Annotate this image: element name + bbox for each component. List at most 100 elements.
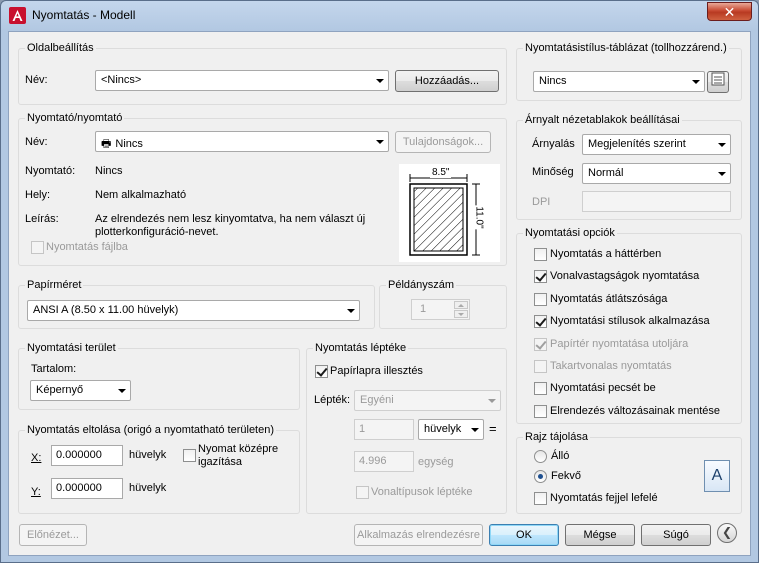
close-button[interactable]: ✕ (707, 2, 752, 21)
scale-value: Egyéni (360, 394, 394, 406)
help-button[interactable]: Súgó (641, 524, 711, 546)
preview-button[interactable]: Előnézet... (19, 524, 87, 546)
quality-label: Minőség (532, 166, 574, 178)
landscape-label: Fekvő (551, 470, 581, 482)
ok-button[interactable]: OK (489, 524, 559, 546)
offset-y-label: Y: (31, 486, 41, 498)
fit-to-paper-label: Papírlapra illesztés (330, 365, 423, 377)
preview-height-label: 11.0" (473, 205, 485, 230)
quality-combo[interactable]: Normál (582, 163, 731, 184)
printer-name-value: 🖶 Nincs (101, 135, 143, 154)
shade-plot-value: Megjelenítés szerint (588, 138, 686, 150)
copies-spinner[interactable]: 1 (411, 299, 470, 320)
copies-group-label: Példányszám (386, 279, 457, 291)
orientation-group-label: Rajz tájolása (523, 431, 590, 443)
page-setup-name-combo[interactable]: <Nincs> (95, 70, 389, 91)
plot-style-table-combo[interactable]: Nincs (533, 71, 705, 92)
upside-down-checkbox[interactable] (534, 492, 547, 505)
printer-properties-button[interactable]: Tulajdonságok... (395, 131, 491, 153)
plot-to-file-checkbox[interactable] (31, 241, 44, 254)
paper-preview-drawing (409, 174, 480, 256)
center-plot-label-2: igazítása (198, 456, 243, 468)
add-page-setup-button[interactable]: Hozzáadás... (395, 70, 499, 92)
plot-option-checkbox[interactable] (534, 405, 547, 418)
spin-up-icon[interactable] (454, 301, 468, 309)
paper-size-value: ANSI A (8.50 x 11.00 hüvelyk) (33, 304, 179, 316)
center-plot-label-1: Nyomat középre (198, 443, 279, 455)
edit-table-icon (711, 72, 725, 89)
plot-option-checkbox[interactable] (534, 338, 547, 351)
quality-value: Normál (588, 167, 624, 179)
chevron-down-icon (118, 389, 126, 393)
plot-option-checkbox[interactable] (534, 293, 547, 306)
plot-option-checkbox[interactable] (534, 382, 547, 395)
plot-option-label: Nyomtatási pecsét be (550, 382, 656, 394)
scale-lineweights-label: Vonaltípusok léptéke (371, 486, 473, 498)
dialog-client-area: Oldalbeállítás Név: <Nincs> Hozzáadás...… (8, 31, 751, 556)
plot-option-checkbox[interactable] (534, 315, 547, 328)
scale-unit2-label: egység (418, 456, 454, 468)
scale-value1-input[interactable]: 1 (354, 419, 414, 440)
printer-name-text: Nincs (115, 138, 143, 150)
scale-combo[interactable]: Egyéni (354, 390, 501, 411)
chevron-down-icon (471, 428, 479, 432)
scale-value2-input[interactable]: 4.996 (354, 451, 414, 472)
window-title: Nyomtatás - Modell (32, 8, 136, 22)
dpi-label: DPI (532, 196, 551, 208)
description-label: Leírás: (25, 213, 59, 225)
title-bar[interactable]: Nyomtatás - Modell ✕ (1, 1, 758, 31)
offset-y-input[interactable]: 0.000000 (51, 478, 123, 499)
plot-options-group: Nyomtatási opciók (516, 227, 742, 424)
scale-unit-combo[interactable]: hüvelyk (418, 419, 484, 440)
autocad-app-icon[interactable] (9, 7, 26, 24)
plotter-value: Nincs (95, 165, 123, 177)
scale-lineweights-checkbox[interactable] (356, 486, 369, 499)
plotter-label: Nyomtató: (25, 165, 76, 177)
landscape-orientation-icon: A (704, 460, 730, 492)
printer-group-label: Nyomtató/nyomtató (25, 112, 125, 124)
scale-equals: = (489, 421, 497, 436)
fit-to-paper-checkbox[interactable] (315, 365, 328, 378)
plot-option-label: Papírtér nyomtatása utoljára (550, 338, 689, 350)
spin-down-icon[interactable] (454, 310, 468, 318)
preview-width-label: 8.5" (430, 167, 452, 178)
plot-option-label: Elrendezés változásainak mentése (550, 405, 720, 417)
plot-options-group-label: Nyomtatási opciók (523, 227, 617, 239)
paper-size-combo[interactable]: ANSI A (8.50 x 11.00 hüvelyk) (27, 300, 360, 321)
plot-style-table-group-label: Nyomtatásistílus-táblázat (tollhozzárend… (523, 42, 729, 54)
plot-area-combo[interactable]: Képernyő (30, 380, 131, 401)
plot-option-checkbox[interactable] (534, 360, 547, 373)
chevron-down-icon (718, 172, 726, 176)
offset-x-input[interactable]: 0.000000 (51, 445, 123, 466)
scale-label: Lépték: (314, 394, 351, 406)
plot-option-label: Takartvonalas nyomtatás (550, 360, 672, 372)
plot-area-group-label: Nyomtatási terület (25, 342, 118, 354)
plot-option-checkbox[interactable] (534, 270, 547, 283)
shaded-viewport-group-label: Árnyalt nézetablakok beállításai (523, 114, 682, 126)
more-options-icon[interactable]: ❮ (717, 523, 737, 543)
offset-y-unit: hüvelyk (129, 482, 167, 494)
portrait-radio[interactable] (534, 450, 547, 463)
printer-name-combo[interactable]: 🖶 Nincs (95, 131, 389, 152)
scale-unit-value: hüvelyk (424, 423, 462, 435)
where-value: Nem alkalmazható (95, 189, 187, 201)
shade-plot-combo[interactable]: Megjelenítés szerint (582, 134, 731, 155)
center-plot-checkbox[interactable] (183, 449, 196, 462)
plot-option-label: Nyomtatás a háttérben (550, 248, 662, 260)
cancel-button[interactable]: Mégse (565, 524, 635, 546)
where-label: Hely: (25, 189, 51, 201)
plot-scale-group-label: Nyomtatás léptéke (313, 342, 409, 354)
page-setup-name-label: Név: (25, 74, 48, 86)
plot-option-checkbox[interactable] (534, 248, 547, 261)
dpi-input[interactable] (582, 191, 731, 212)
apply-to-layout-button[interactable]: Alkalmazás elrendezésre (354, 524, 483, 546)
landscape-radio[interactable] (534, 470, 547, 483)
description-line-1: Az elrendezés nem lesz kinyomtatva, ha n… (95, 213, 366, 225)
page-setup-name-value: <Nincs> (101, 74, 142, 86)
edit-plot-style-button[interactable] (707, 71, 729, 93)
chevron-down-icon (376, 140, 384, 144)
chevron-down-icon (718, 143, 726, 147)
chevron-down-icon (376, 79, 384, 83)
paper-preview: 8.5" 11.0" (399, 164, 500, 262)
plot-area-value: Képernyő (36, 384, 84, 396)
